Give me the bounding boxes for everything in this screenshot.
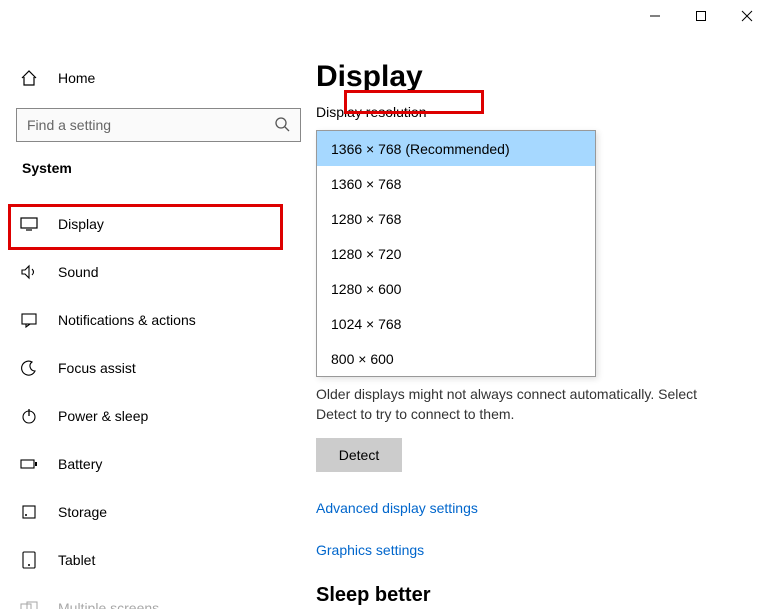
resolution-option[interactable]: 1280 × 720 xyxy=(317,236,595,271)
nav-label: Sound xyxy=(58,264,98,280)
resolution-option[interactable]: 1366 × 768 (Recommended) xyxy=(317,131,595,166)
sleep-heading: Sleep better xyxy=(316,584,758,607)
sidebar-item-notifications[interactable]: Notifications & actions xyxy=(0,296,310,344)
power-icon xyxy=(20,407,38,425)
nav-label: Multiple screens xyxy=(58,600,159,609)
storage-icon xyxy=(20,503,38,521)
home-label: Home xyxy=(58,70,95,86)
nav-label: Storage xyxy=(58,504,107,520)
nav-label: Notifications & actions xyxy=(58,312,196,328)
home-nav[interactable]: Home xyxy=(0,58,310,98)
sidebar-item-battery[interactable]: Battery xyxy=(0,440,310,488)
graphics-settings-link[interactable]: Graphics settings xyxy=(316,542,758,558)
nav-label: Battery xyxy=(58,456,102,472)
sidebar-item-multiple[interactable]: Multiple screens xyxy=(0,584,310,609)
close-button[interactable] xyxy=(724,0,770,32)
resolution-option[interactable]: 1280 × 768 xyxy=(317,201,595,236)
sidebar-item-power[interactable]: Power & sleep xyxy=(0,392,310,440)
resolution-option[interactable]: 1360 × 768 xyxy=(317,166,595,201)
notification-icon xyxy=(20,311,38,329)
screens-icon xyxy=(20,599,38,609)
sidebar-item-storage[interactable]: Storage xyxy=(0,488,310,536)
minimize-button[interactable] xyxy=(632,0,678,32)
maximize-button[interactable] xyxy=(678,0,724,32)
category-label: System xyxy=(0,160,310,176)
search-input[interactable] xyxy=(27,117,267,133)
detect-button[interactable]: Detect xyxy=(316,438,402,472)
search-box[interactable] xyxy=(16,108,301,142)
page-title: Display xyxy=(316,60,758,94)
detect-info: Older displays might not always connect … xyxy=(316,385,736,424)
search-icon xyxy=(274,116,290,135)
resolution-option[interactable]: 1024 × 768 xyxy=(317,306,595,341)
resolution-option[interactable]: 800 × 600 xyxy=(317,341,595,376)
tablet-icon xyxy=(20,551,38,569)
battery-icon xyxy=(20,455,38,473)
sidebar-item-tablet[interactable]: Tablet xyxy=(0,536,310,584)
nav-label: Tablet xyxy=(58,552,95,568)
nav-label: Power & sleep xyxy=(58,408,148,424)
annotation-highlight xyxy=(8,204,283,250)
moon-icon xyxy=(20,359,38,377)
resolution-option[interactable]: 1280 × 600 xyxy=(317,271,595,306)
sidebar-item-focus[interactable]: Focus assist xyxy=(0,344,310,392)
home-icon xyxy=(20,69,38,87)
sidebar-item-sound[interactable]: Sound xyxy=(0,248,310,296)
resolution-dropdown[interactable]: 1366 × 768 (Recommended) 1360 × 768 1280… xyxy=(316,130,596,377)
nav-label: Focus assist xyxy=(58,360,136,376)
sound-icon xyxy=(20,263,38,281)
annotation-highlight xyxy=(344,90,484,114)
advanced-display-link[interactable]: Advanced display settings xyxy=(316,500,758,516)
